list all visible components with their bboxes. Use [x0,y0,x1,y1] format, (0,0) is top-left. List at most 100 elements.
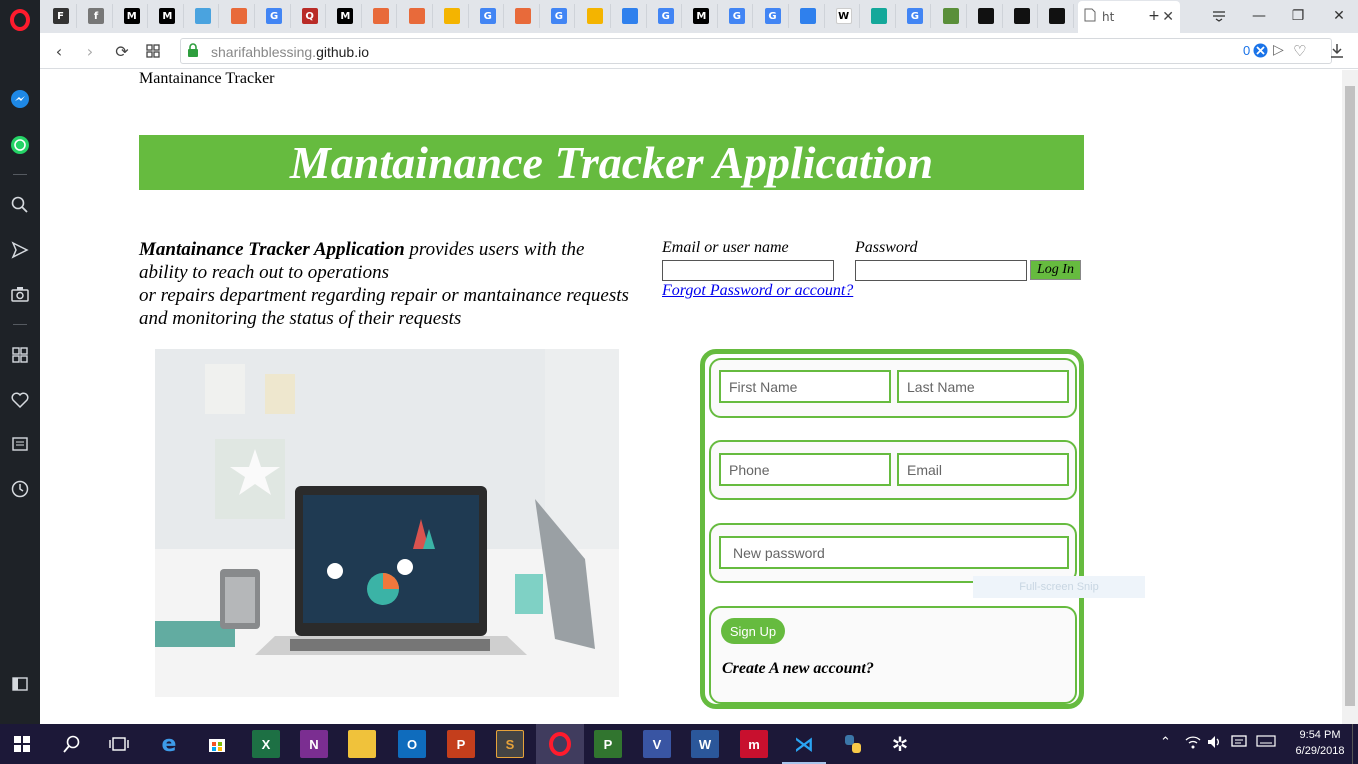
taskbar: e X N O P S P V W m ⋊ ✲ ⌃ 9:54 PM 6/29/2… [0,724,1358,764]
site-brand[interactable]: Mantainance Tracker [139,70,275,88]
tray-chevron-icon[interactable]: ⌃ [1160,735,1171,750]
tab-8[interactable]: Q [294,4,327,28]
powerpoint-icon[interactable]: P [447,730,475,758]
adblock-icon[interactable] [1253,43,1268,63]
wifi-icon[interactable] [1185,735,1201,753]
adblock-counter[interactable]: 0 [1243,43,1250,58]
outlook-icon[interactable]: O [398,730,426,758]
tab-1[interactable]: F [45,4,77,28]
tab-23[interactable]: W [828,4,861,28]
email-label: Email or user name [662,239,789,256]
tab-4[interactable]: M [152,4,184,28]
opera-browser-icon[interactable] [546,730,574,758]
bookmark-heart-icon[interactable]: ♡ [1293,42,1306,60]
first-name-input[interactable]: First Name [719,370,891,403]
tab-29[interactable] [1042,4,1074,28]
minimize-button[interactable]: — [1248,5,1270,27]
whatsapp-icon[interactable] [8,133,32,157]
download-icon[interactable] [1326,40,1348,62]
sidebar-separator [13,324,27,325]
back-icon[interactable]: ‹ [48,40,70,62]
phone-input[interactable]: Phone [719,453,891,486]
keyboard-icon[interactable] [1256,735,1276,751]
mendeley-icon[interactable]: m [740,730,768,758]
tab-18[interactable]: G [650,4,683,28]
tab-17[interactable] [615,4,647,28]
tab-14[interactable] [508,4,540,28]
sidebar-toggle-icon[interactable] [8,672,32,696]
vscode-icon[interactable]: ⋊ [790,730,818,758]
sublime-text-icon[interactable]: S [496,730,524,758]
history-icon[interactable] [8,477,32,501]
tab-27[interactable] [971,4,1003,28]
email-field[interactable] [662,260,834,281]
messenger-icon[interactable] [8,87,32,111]
google-icon: G [550,8,567,24]
send-icon[interactable] [8,238,32,262]
reload-icon[interactable]: ⟳ [111,40,133,62]
onenote-icon[interactable]: N [300,730,328,758]
tab-11[interactable] [401,4,433,28]
forgot-password-link[interactable]: Forgot Password or account? [662,282,853,300]
word-icon[interactable]: W [691,730,719,758]
tab-19[interactable]: M [686,4,718,28]
email-input[interactable]: Email [897,453,1069,486]
task-view-icon[interactable] [105,730,133,758]
tab-22[interactable] [793,4,825,28]
opera-logo-icon[interactable] [8,8,32,32]
tab-15[interactable]: G [543,4,576,28]
volume-icon[interactable] [1207,735,1223,753]
tab-5[interactable] [187,4,220,28]
tab-menu-icon[interactable] [1208,5,1230,27]
tab-13[interactable]: G [472,4,505,28]
signup-button[interactable]: Sign Up [721,618,785,644]
tab-10[interactable] [365,4,398,28]
file-explorer-icon[interactable] [348,730,376,758]
search-icon[interactable] [58,730,86,758]
web-page: Mantainance Tracker Mantainance Tracker … [40,70,1342,724]
scrollbar-thumb[interactable] [1345,86,1355,706]
slack-icon[interactable]: ✲ [886,730,914,758]
python-icon[interactable] [839,730,867,758]
action-center-icon[interactable] [1231,735,1247,753]
tab-25[interactable]: G [899,4,932,28]
edge-icon[interactable]: e [155,730,183,758]
project-icon[interactable]: P [594,730,622,758]
visio-icon[interactable]: V [643,730,671,758]
tab-2[interactable]: f [81,4,113,28]
new-password-input[interactable]: New password [719,536,1069,569]
news-icon[interactable] [8,432,32,456]
close-window-button[interactable]: ✕ [1328,5,1350,27]
tab-7[interactable]: G [259,4,291,28]
send-to-flow-icon[interactable]: ▷ [1273,42,1284,58]
scrollbar[interactable] [1342,70,1358,724]
camera-icon[interactable] [8,282,32,306]
speed-dial-icon[interactable] [8,343,32,367]
tab-28[interactable] [1006,4,1039,28]
tab-24[interactable] [864,4,896,28]
store-icon[interactable] [203,730,231,758]
new-tab-button[interactable]: + [1143,5,1165,27]
system-clock[interactable]: 9:54 PM 6/29/2018 [1290,727,1350,759]
tab-20[interactable]: G [721,4,754,28]
tab-6[interactable] [223,4,255,28]
tab-16[interactable] [579,4,611,28]
tab-12[interactable] [437,4,469,28]
tab-26[interactable] [935,4,967,28]
show-desktop-button[interactable] [1352,724,1358,764]
opera-icon [230,8,247,24]
excel-icon[interactable]: X [252,730,280,758]
last-name-input[interactable]: Last Name [897,370,1069,403]
maximize-button[interactable]: ❐ [1287,5,1309,27]
tab-9[interactable]: M [330,4,362,28]
tab-3[interactable]: M [116,4,149,28]
search-icon[interactable] [8,193,32,217]
heart-icon[interactable] [8,388,32,412]
url-field[interactable]: sharifahblessing.github.io 0 ▷ ♡ [180,38,1332,64]
password-field[interactable] [855,260,1027,281]
forward-icon[interactable]: › [79,40,101,62]
windows-start-icon[interactable] [8,730,36,758]
tab-21[interactable]: G [757,4,789,28]
login-button[interactable]: Log In [1030,260,1081,280]
speed-dial-icon[interactable] [142,40,164,62]
